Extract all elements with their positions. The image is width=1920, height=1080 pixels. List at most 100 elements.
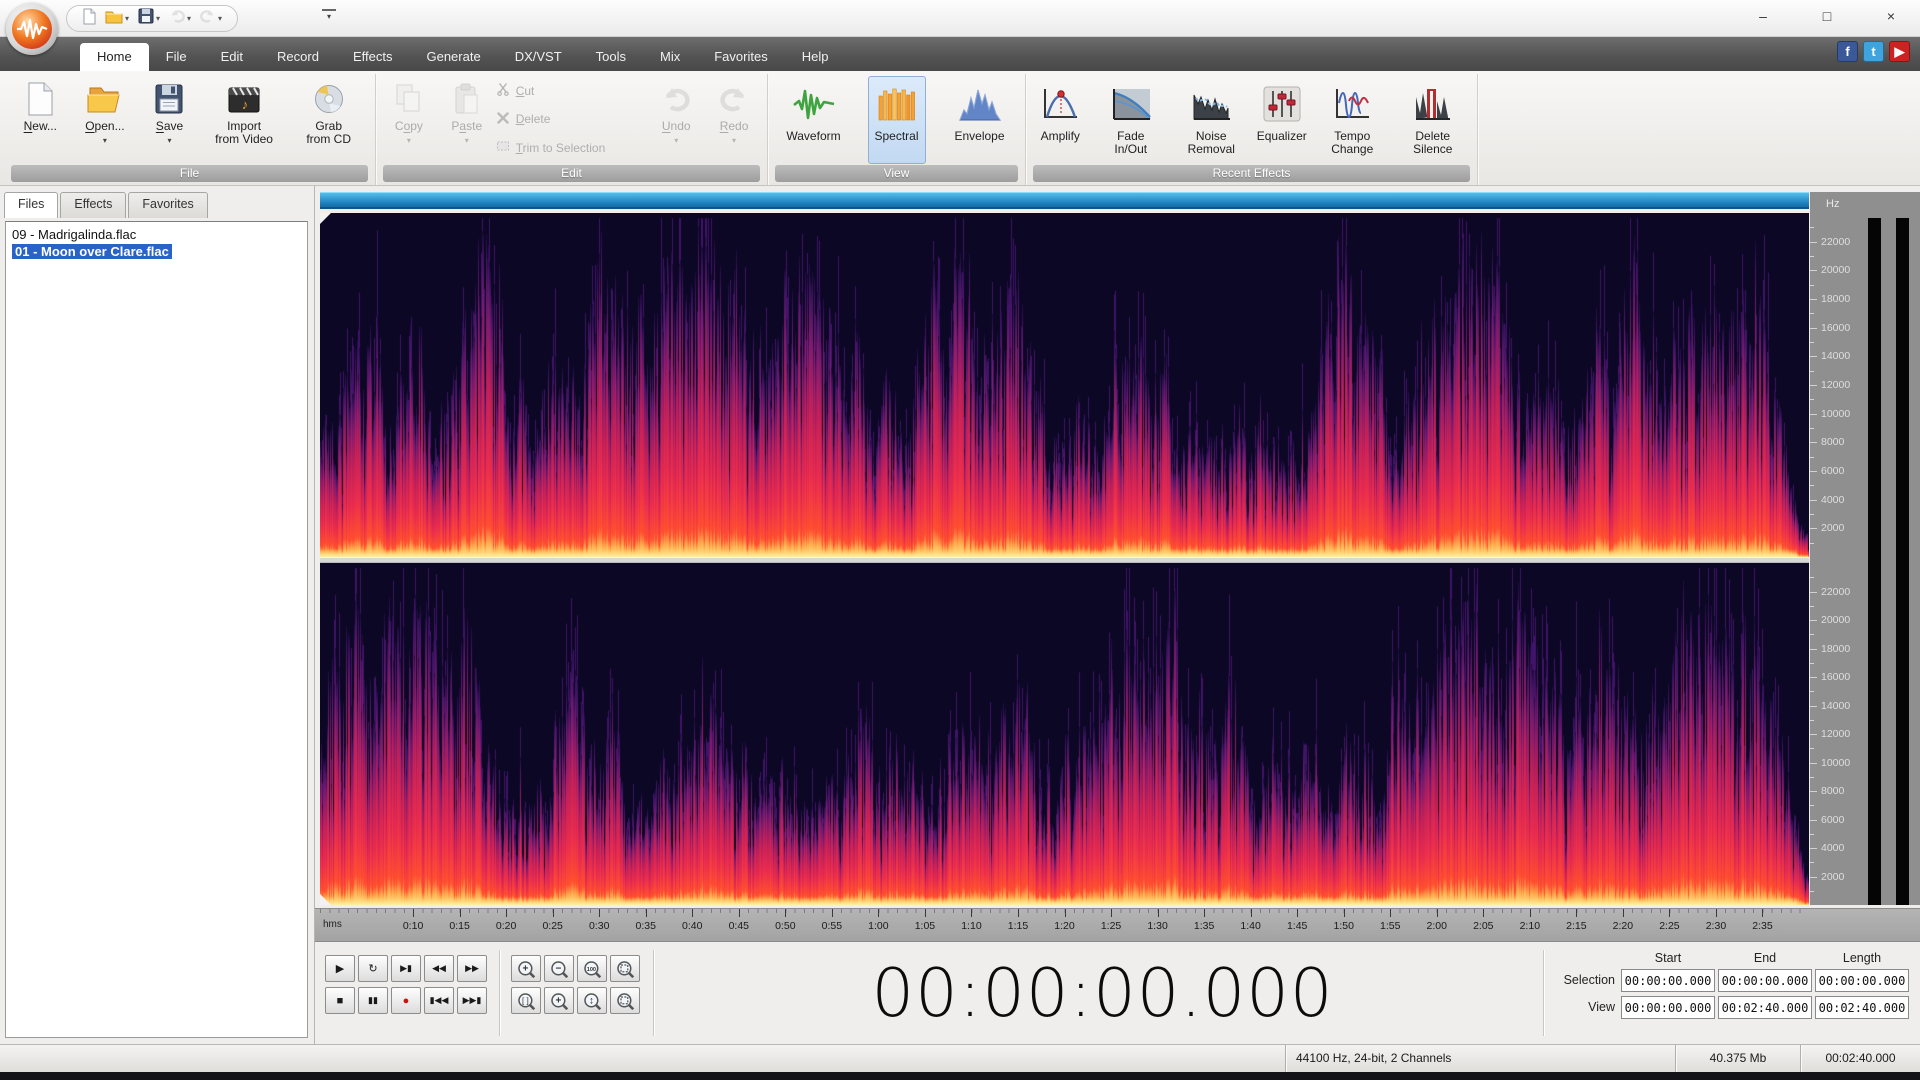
transport-rewind-button[interactable]: ◀◀: [424, 955, 454, 982]
ribbon-fade-in-out-button[interactable]: Fade In/Out: [1092, 76, 1170, 164]
zoom-vertical-zoom-fit-button[interactable]: ↕: [577, 987, 607, 1014]
youtube-icon[interactable]: ▶: [1889, 41, 1910, 62]
minimize-button[interactable]: –: [1748, 4, 1778, 28]
transport-go-to-end-button[interactable]: ▶▶▮: [457, 987, 487, 1014]
tab-effects[interactable]: Effects: [336, 43, 410, 71]
column-header-start: Start: [1654, 951, 1682, 965]
ribbon-delete-silence-button[interactable]: Delete Silence: [1394, 76, 1472, 164]
dropdown-arrow-icon[interactable]: ▾: [167, 134, 171, 147]
ribbon-amplify-button[interactable]: Amplify: [1031, 76, 1089, 164]
tab-help[interactable]: Help: [785, 43, 846, 71]
transport-play-to-end-button[interactable]: ▶▮: [391, 955, 421, 982]
ribbon-save-button[interactable]: Save ▾: [140, 76, 198, 164]
dropdown-arrow-icon[interactable]: ▾: [187, 14, 191, 23]
zoom-zoom-in-button[interactable]: +: [511, 955, 541, 982]
selection-row-label: Selection: [1563, 973, 1615, 987]
panel-tab-files[interactable]: Files: [4, 192, 59, 218]
selection-marker-top-icon[interactable]: [320, 213, 331, 224]
spectrogram-channel-1[interactable]: [320, 213, 1809, 557]
transport-go-to-start-button[interactable]: ▮◀◀: [424, 987, 454, 1014]
quick-new-document-button[interactable]: [79, 7, 99, 31]
ribbon-envelope-button[interactable]: Envelope: [951, 76, 1009, 164]
zoom-zoom-out-button[interactable]: −: [544, 955, 574, 982]
tab-mix[interactable]: Mix: [643, 43, 697, 71]
ribbon-group-caption: Edit: [383, 165, 760, 182]
transport-play-button[interactable]: ▶: [325, 955, 355, 982]
svg-text:+: +: [555, 995, 561, 1006]
app-logo-icon[interactable]: [6, 3, 58, 55]
ribbon-new-button[interactable]: New...: [11, 76, 69, 164]
dropdown-arrow-icon[interactable]: ▾: [218, 14, 222, 23]
quick-redo-button: ▾: [197, 8, 225, 29]
ribbon-equalizer-button[interactable]: Equalizer: [1253, 76, 1311, 164]
selection-length-field[interactable]: 00:00:00.000: [1815, 969, 1909, 992]
panel-tab-favorites[interactable]: Favorites: [128, 192, 208, 218]
view-row-label: View: [1588, 1000, 1615, 1014]
ribbon-waveform-button[interactable]: Waveform: [785, 76, 843, 164]
trim-icon: [496, 139, 510, 156]
tab-dxvst[interactable]: DX/VST: [498, 43, 579, 71]
ribbon-cut-button: Cut: [496, 82, 648, 99]
zoom-zoom-restore-button[interactable]: [ ]: [511, 987, 541, 1014]
tab-favorites[interactable]: Favorites: [697, 43, 784, 71]
transport-record-button[interactable]: ●: [391, 987, 421, 1014]
zoom-vertical-zoom-selection-button[interactable]: [610, 987, 640, 1014]
timeline-ruler[interactable]: hms 0:100:150:200:250:300:350:400:450:50…: [315, 908, 1920, 942]
twitter-icon[interactable]: t: [1863, 41, 1884, 62]
tab-record[interactable]: Record: [260, 43, 336, 71]
selection-marker-bottom-icon[interactable]: [320, 894, 331, 905]
zoom-zoom-100-button[interactable]: 100: [577, 955, 607, 982]
spectrogram-channel-2[interactable]: [320, 563, 1809, 905]
frequency-tick-label: 16000: [1821, 671, 1851, 683]
file-list[interactable]: 09 - Madrigalinda.flac 01 - Moon over Cla…: [5, 221, 308, 1038]
ribbon-tempo-change-button[interactable]: Tempo Change: [1313, 76, 1391, 164]
view-start-field[interactable]: 00:00:00.000: [1621, 996, 1715, 1019]
ruler-time-label: 2:00: [1426, 920, 1447, 932]
quick-save-button[interactable]: ▾: [135, 7, 163, 30]
floppy-icon: [152, 78, 186, 120]
ribbon-import-from-video-button[interactable]: ♪ Import from Video: [205, 76, 283, 164]
maximize-button[interactable]: □: [1812, 4, 1842, 28]
quick-open-button[interactable]: ▾: [102, 8, 132, 30]
dropdown-arrow-icon: ▾: [406, 136, 411, 145]
transport-pause-button[interactable]: ▮▮: [358, 987, 388, 1014]
zoom-vertical-zoom-in-button[interactable]: +: [544, 987, 574, 1014]
view-length-field[interactable]: 00:02:40.000: [1815, 996, 1909, 1019]
panel-tab-effects[interactable]: Effects: [60, 192, 127, 218]
facebook-icon[interactable]: f: [1837, 41, 1858, 62]
zoom-zoom-to-selection-button[interactable]: [610, 955, 640, 982]
tab-file[interactable]: File: [149, 43, 204, 71]
tab-generate[interactable]: Generate: [409, 43, 497, 71]
frequency-unit-label: Hz: [1826, 198, 1840, 210]
transport-loop-button[interactable]: ↻: [358, 955, 388, 982]
frequency-tick-label: 16000: [1821, 321, 1851, 334]
folder-s-icon: [105, 9, 123, 29]
file-list-item[interactable]: 09 - Madrigalinda.flac: [8, 226, 305, 243]
ribbon-spectral-button[interactable]: Spectral: [867, 76, 926, 164]
frequency-tick-label: 8000: [1821, 785, 1845, 797]
dropdown-arrow-icon[interactable]: ▾: [125, 14, 129, 23]
ribbon-open-button[interactable]: Open... ▾: [76, 76, 134, 164]
selection-end-field[interactable]: 00:00:00.000: [1718, 969, 1812, 992]
ruler-time-label: 1:10: [961, 920, 982, 932]
ribbon-group-edit: Copy ▾ Paste ▾ Cut Delete Trim to Selection Und…: [376, 74, 768, 185]
tab-edit[interactable]: Edit: [204, 43, 260, 71]
status-total-length: 00:02:40.000: [1800, 1045, 1920, 1072]
ribbon-grab-from-cd-button[interactable]: Grab from CD: [290, 76, 368, 164]
transport-fast-forward-button[interactable]: ▶▶: [457, 955, 487, 982]
close-button[interactable]: ×: [1876, 4, 1906, 28]
dropdown-arrow-icon[interactable]: ▾: [156, 14, 160, 23]
tab-tools[interactable]: Tools: [579, 43, 643, 71]
undo-icon: [659, 78, 693, 120]
overview-position-bar[interactable]: [320, 192, 1809, 209]
ruler-time-label: 0:55: [821, 920, 843, 932]
selection-start-field[interactable]: 00:00:00.000: [1621, 969, 1715, 992]
customize-quick-access-button[interactable]: ▾: [322, 9, 336, 22]
ribbon-noise-removal-button[interactable]: Noise Removal: [1172, 76, 1250, 164]
dropdown-arrow-icon[interactable]: ▾: [103, 134, 107, 147]
tab-home[interactable]: Home: [80, 43, 149, 71]
ribbon-redo-label: Redo: [719, 119, 749, 133]
file-list-item[interactable]: 01 - Moon over Clare.flac: [8, 243, 305, 260]
view-end-field[interactable]: 00:02:40.000: [1718, 996, 1812, 1019]
transport-stop-button[interactable]: ■: [325, 987, 355, 1014]
